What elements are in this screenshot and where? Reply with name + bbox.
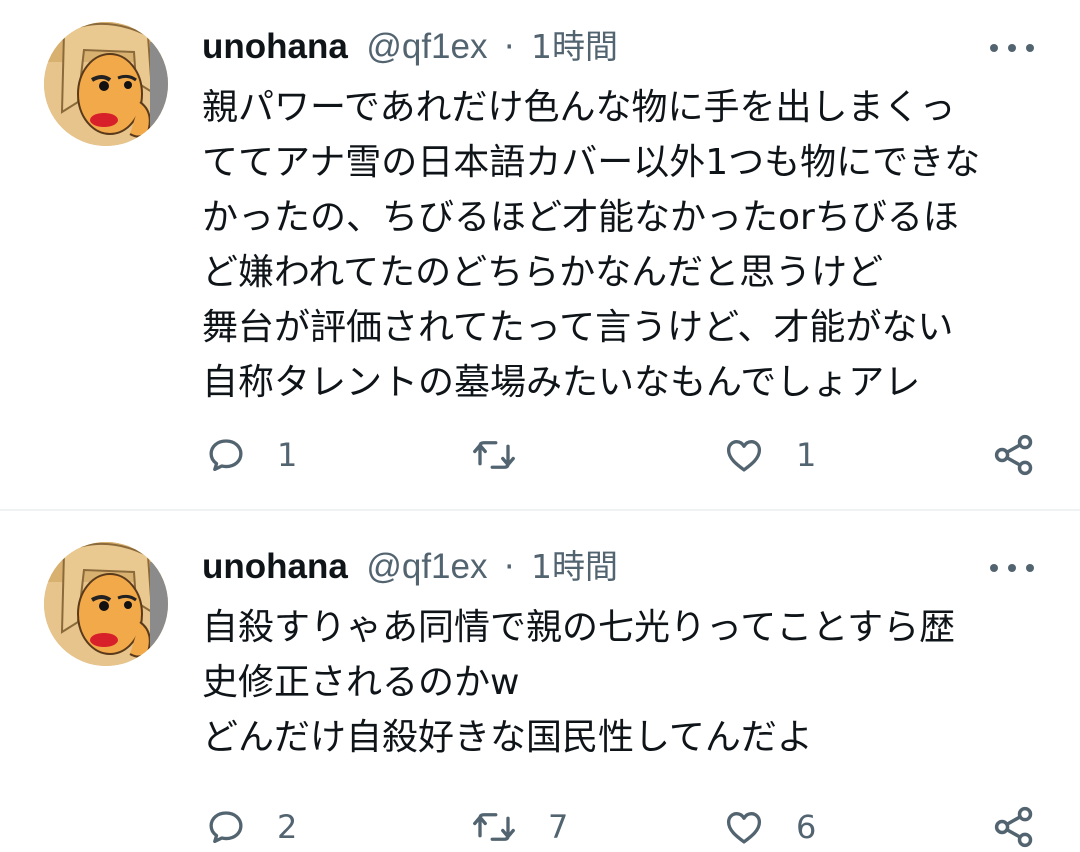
avatar-illustration	[44, 542, 168, 666]
tweet-text-line: 自殺すりゃあ同情で親の七光りってことすら歴	[202, 607, 956, 648]
retweet-count: 7	[548, 808, 569, 846]
tweet-text: 親パワーであれだけ色んな物に手を出しまくっ ててアナ雪の日本語カバー以外1つも物…	[202, 80, 1052, 410]
reply-button[interactable]: 2	[205, 802, 297, 852]
tweet-text-line: 親パワーであれだけ色んな物に手を出しまくっ	[202, 87, 956, 128]
tweet-actions: 2 7 6	[0, 802, 1080, 852]
retweet-icon	[473, 813, 515, 841]
tweet-text-line: 舞台が評価されてたって言うけど、才能がない	[202, 307, 954, 348]
tweet[interactable]: unohana @qf1ex · 1時間 自殺すりゃあ同情で親の七光りってことす…	[0, 512, 1080, 848]
avatar[interactable]	[44, 22, 168, 146]
author-name[interactable]: unohana	[202, 27, 348, 66]
share-icon	[994, 806, 1033, 848]
retweet-icon	[473, 441, 515, 469]
meta-separator: ·	[503, 547, 515, 586]
reply-bubble-icon	[209, 439, 243, 472]
timestamp[interactable]: 1時間	[531, 547, 618, 586]
reply-bubble-icon	[209, 811, 243, 844]
like-count: 6	[796, 808, 817, 846]
heart-icon	[726, 812, 762, 844]
avatar[interactable]	[44, 542, 168, 666]
more-horizontal-icon	[990, 44, 998, 52]
like-button[interactable]: 6	[722, 802, 816, 852]
tweet-text-line: 史修正されるのかw	[202, 662, 520, 703]
more-options-button[interactable]	[990, 38, 1034, 58]
tweet-text-line: 自称タレントの墓場みたいなもんでしょアレ	[202, 362, 921, 403]
tweet-actions: 1 1	[0, 430, 1080, 480]
tweet-text-line: どんだけ自殺好きな国民性してんだよ	[202, 717, 813, 758]
tweet-header: unohana @qf1ex · 1時間	[202, 22, 618, 72]
tweet-divider	[0, 509, 1080, 511]
share-button[interactable]	[992, 802, 1036, 852]
heart-icon	[726, 440, 762, 472]
like-count: 1	[796, 436, 817, 474]
retweet-button[interactable]	[470, 430, 548, 480]
tweet-text-line: ててアナ雪の日本語カバー以外1つも物にできな	[202, 142, 981, 183]
author-handle[interactable]: @qf1ex	[366, 547, 487, 586]
avatar-illustration	[44, 22, 168, 146]
more-horizontal-icon	[990, 564, 998, 572]
retweet-button[interactable]: 7	[470, 802, 568, 852]
tweet-header: unohana @qf1ex · 1時間	[202, 542, 618, 592]
more-options-button[interactable]	[990, 558, 1034, 578]
like-button[interactable]: 1	[722, 430, 816, 480]
author-handle[interactable]: @qf1ex	[366, 27, 487, 66]
tweet-text-line: ど嫌われてたのどちらかなんだと思うけど	[202, 252, 884, 293]
timestamp[interactable]: 1時間	[531, 27, 618, 66]
reply-button[interactable]: 1	[205, 430, 297, 480]
meta-separator: ·	[503, 27, 515, 66]
share-icon	[994, 434, 1033, 476]
author-name[interactable]: unohana	[202, 547, 348, 586]
tweet-text-line: かったの、ちびるほど才能なかったorちびるほ	[202, 197, 959, 238]
reply-count: 1	[277, 436, 298, 474]
tweet[interactable]: unohana @qf1ex · 1時間 親パワーであれだけ色んな物に手を出しま…	[0, 0, 1080, 510]
tweet-text: 自殺すりゃあ同情で親の七光りってことすら歴 史修正されるのかw どんだけ自殺好き…	[202, 600, 1052, 765]
share-button[interactable]	[992, 430, 1036, 480]
reply-count: 2	[277, 808, 298, 846]
